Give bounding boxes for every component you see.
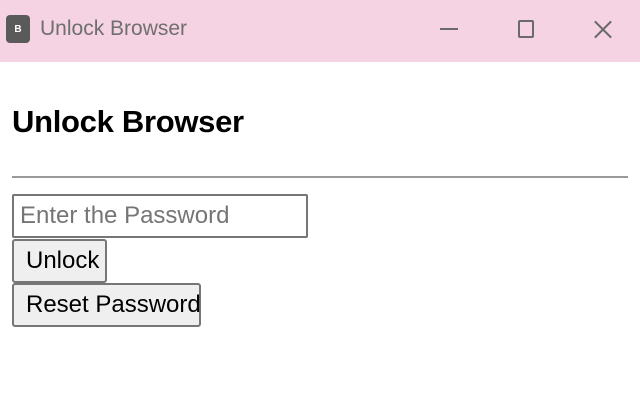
divider [12, 176, 628, 178]
maximize-icon [518, 20, 534, 38]
maximize-button[interactable] [507, 12, 545, 46]
password-input[interactable] [12, 194, 308, 238]
title-bar[interactable]: B Unlock Browser [0, 0, 640, 62]
unlock-button[interactable]: Unlock [12, 239, 107, 283]
minimize-button[interactable] [430, 12, 468, 46]
browser-window: B Unlock Browser Unlock Browser Unlock R… [0, 0, 640, 400]
window-title: Unlock Browser [40, 17, 188, 40]
page-content: Unlock Browser Unlock Reset Password [0, 62, 640, 400]
close-button[interactable] [584, 12, 622, 46]
reset-password-button[interactable]: Reset Password [12, 283, 201, 327]
minimize-icon [440, 28, 458, 30]
close-icon [593, 19, 613, 39]
page-title: Unlock Browser [12, 104, 244, 139]
app-icon: B [6, 15, 30, 43]
